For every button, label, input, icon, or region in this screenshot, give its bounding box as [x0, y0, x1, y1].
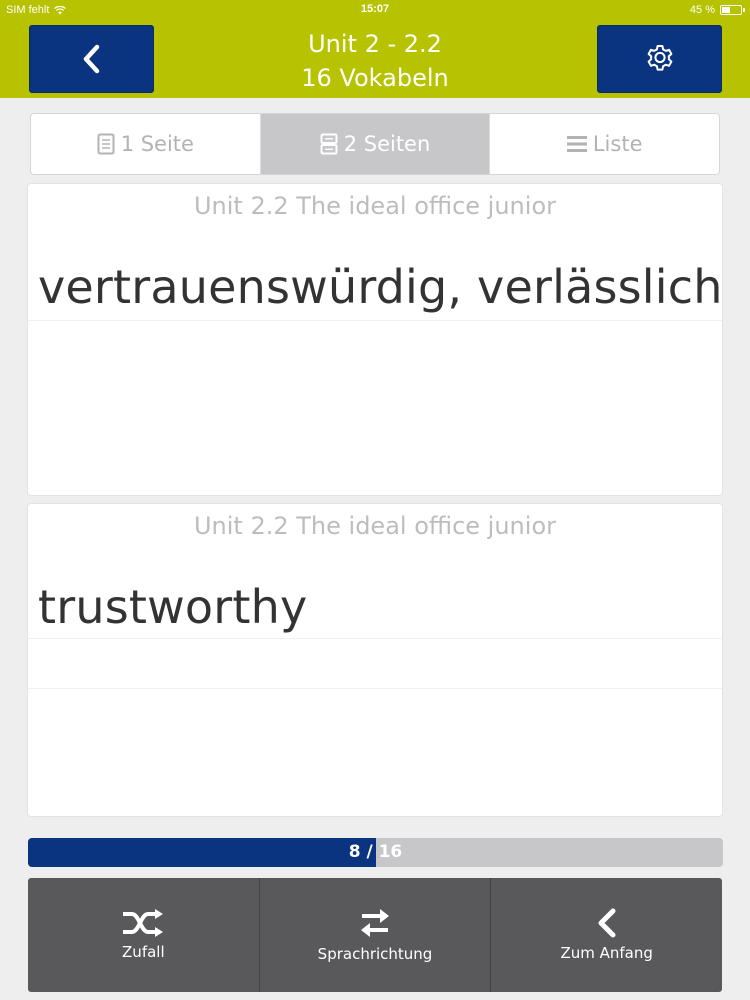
card-unit-title: Unit 2.2 The ideal office junior	[193, 512, 556, 540]
to-start-label: Zum Anfang	[560, 944, 653, 962]
language-direction-button[interactable]: Sprachrichtung	[258, 878, 491, 992]
status-bar: SIM fehlt 15:07 45 %	[0, 0, 750, 20]
progress-text: 8 / 16	[348, 842, 403, 862]
tab-label: 1 Seite	[120, 132, 194, 156]
shuffle-icon	[123, 909, 164, 937]
status-time: 15:07	[360, 3, 390, 15]
progress-bar: 8 / 16	[28, 838, 723, 867]
page-title: Unit 2 - 2.2	[308, 30, 442, 58]
card-unit-title: Unit 2.2 The ideal office junior	[193, 192, 556, 220]
list-icon	[566, 136, 587, 152]
chevron-left-icon	[598, 908, 616, 938]
two-pages-icon	[320, 133, 338, 155]
battery-level	[722, 7, 731, 13]
to-start-button[interactable]: Zum Anfang	[490, 878, 722, 992]
tab-two-pages[interactable]: 2 Seiten	[259, 114, 490, 174]
battery-percent: 45 %	[689, 4, 715, 16]
gear-icon	[647, 45, 672, 71]
tab-label: Liste	[592, 132, 643, 156]
view-mode-selector: 1 Seite 2 Seiten Liste	[30, 113, 720, 175]
settings-button[interactable]	[597, 25, 722, 93]
status-right: 45 %	[689, 4, 745, 16]
tab-list[interactable]: Liste	[489, 114, 719, 174]
flashcard-back[interactable]: Unit 2.2 The ideal office junior trustwo…	[27, 503, 723, 817]
battery-icon	[720, 5, 745, 15]
vocab-count: 16 Vokabeln	[301, 64, 449, 92]
tab-label: 2 Seiten	[343, 132, 431, 156]
card-word: vertrauenswürdig, verlässlich	[38, 260, 723, 314]
swap-arrows-icon	[361, 909, 389, 937]
divider	[28, 688, 722, 689]
shuffle-label: Zufall	[122, 943, 165, 961]
shuffle-button[interactable]: Zufall	[28, 878, 259, 992]
page-icon	[97, 133, 115, 155]
header: Unit 2 - 2.2 16 Vokabeln	[0, 20, 750, 98]
chevron-left-icon	[83, 44, 99, 74]
divider	[28, 638, 722, 639]
language-direction-label: Sprachrichtung	[317, 945, 433, 963]
card-word: trustworthy	[38, 580, 308, 634]
back-button[interactable]	[29, 25, 154, 93]
flashcard-front[interactable]: Unit 2.2 The ideal office junior vertrau…	[27, 183, 723, 496]
tab-one-page[interactable]: 1 Seite	[31, 114, 260, 174]
divider	[28, 320, 722, 321]
bottom-toolbar: Zufall Sprachrichtung Zum Anfang	[28, 878, 722, 992]
